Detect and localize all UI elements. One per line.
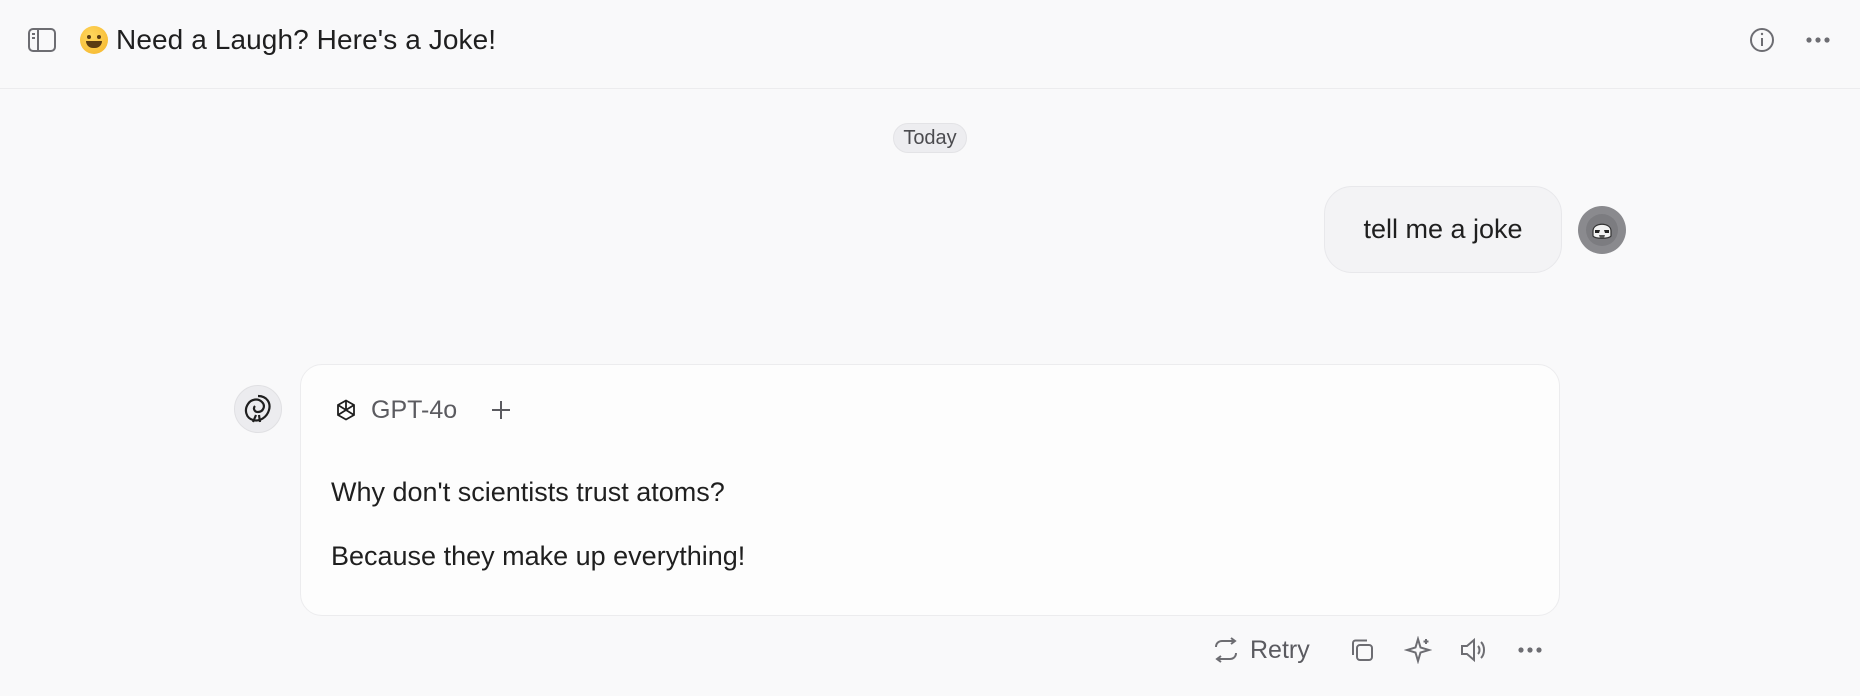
sparkle-icon[interactable] (1398, 630, 1438, 670)
retry-button[interactable]: Retry (1212, 630, 1310, 670)
user-message-bubble: tell me a joke (1324, 186, 1562, 273)
info-icon[interactable] (1742, 20, 1782, 60)
retry-icon (1215, 637, 1237, 663)
speaker-icon[interactable] (1454, 630, 1494, 670)
chat-title: Need a Laugh? Here's a Joke! (116, 24, 497, 55)
add-model-button[interactable] (481, 390, 521, 430)
model-name[interactable]: GPT-4o (371, 396, 457, 425)
assistant-message-line: Why don't scientists trust atoms? (331, 477, 725, 507)
user-message-text: tell me a joke (1363, 214, 1523, 244)
openai-icon (333, 397, 359, 423)
grinning-face-icon (80, 26, 108, 54)
plus-icon (492, 401, 511, 419)
more-horizontal-icon[interactable] (1510, 630, 1550, 670)
stormtrooper-icon (1586, 214, 1618, 246)
copy-icon[interactable] (1342, 630, 1382, 670)
sidebar-toggle-icon[interactable] (22, 20, 62, 60)
top-bar: Need a Laugh? Here's a Joke! (0, 0, 1860, 89)
user-avatar[interactable] (1578, 206, 1626, 254)
assistant-logo-icon (244, 394, 271, 423)
page-title: Need a Laugh? Here's a Joke! (80, 20, 496, 60)
assistant-avatar (234, 385, 282, 433)
assistant-message-line: Because they make up everything! (331, 541, 746, 571)
more-options-icon[interactable] (1798, 20, 1838, 60)
model-selector-row: GPT-4o (333, 390, 521, 430)
retry-label: Retry (1250, 635, 1310, 664)
date-separator: Today (893, 123, 967, 153)
assistant-message-card: GPT-4o Why don't scientists trust atoms?… (300, 364, 1560, 616)
